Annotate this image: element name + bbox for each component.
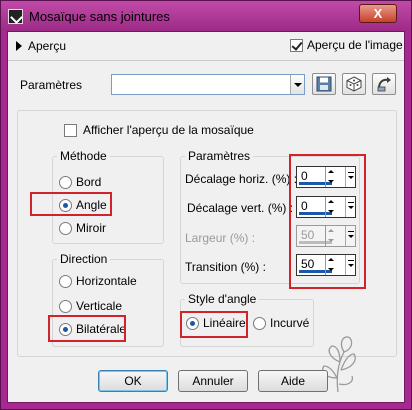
corner-option-incurve[interactable]: Incurvé [253,316,309,330]
transition-spinner[interactable]: 50 [296,254,356,276]
direction-option-horizontale[interactable]: Horizontale [59,274,137,288]
decrement-icon[interactable] [326,265,336,275]
help-button[interactable]: Aide [258,370,328,392]
vertical-offset-label: Décalage vert. (%) : [187,201,294,215]
method-label-miroir: Miroir [76,221,106,235]
dice-icon [346,76,362,92]
corner-label-incurve: Incurvé [270,316,310,330]
decrement-icon[interactable] [326,177,336,187]
transition-arrows [325,255,345,275]
slider-menu-icon [345,226,355,246]
decrement-icon[interactable] [326,207,336,217]
show-image-preview-checkbox[interactable] [290,38,303,52]
direction-label-verticale: Verticale [76,299,123,313]
method-radio-bord[interactable] [59,175,72,189]
increment-icon[interactable] [326,167,336,177]
save-preset-button[interactable] [312,73,336,95]
presets-label: Paramètres [20,78,83,92]
dialog-client: Aperçu Aperçu de l'image Paramètres Affi… [7,31,405,403]
expand-arrow-icon [16,41,22,51]
method-group-title: Méthode [57,149,110,163]
cancel-button[interactable]: Annuler [178,370,248,392]
preview-toggle[interactable]: Aperçu [16,37,106,55]
reset-preset-button[interactable] [372,73,396,95]
increment-icon [326,226,336,236]
vertical-offset-arrows [325,197,345,217]
show-image-preview-option[interactable]: Aperçu de l'image [290,38,403,52]
width-spinner: 50 [296,225,356,247]
preview-toggle-label: Aperçu [28,39,67,53]
title-bar[interactable]: Mosaïque sans jointures X [1,1,411,31]
horizontal-offset-value: 0 [301,169,308,183]
show-tile-preview-label: Afficher l'aperçu de la mosaïque [83,123,254,137]
chevron-down-icon[interactable] [290,75,304,94]
horizontal-offset-arrows [325,167,345,187]
transition-label: Transition (%) : [185,260,266,274]
horizontal-offset-spinner[interactable]: 0 [296,166,356,188]
close-button[interactable]: X [359,4,397,23]
method-label-bord: Bord [76,175,102,189]
vertical-offset-spinner[interactable]: 0 [296,196,356,218]
width-label: Largeur (%) : [185,231,256,245]
vertical-offset-value: 0 [301,199,308,213]
direction-group-title: Direction [57,252,111,266]
method-option-bord[interactable]: Bord [59,175,101,189]
highlight-bilaterale [48,315,126,342]
width-value: 50 [301,228,315,242]
highlight-lineaire [180,311,248,338]
decrement-icon [326,236,336,246]
transition-value: 50 [301,257,315,271]
increment-icon[interactable] [326,255,336,265]
save-icon [316,76,332,92]
direction-label-horizontale: Horizontale [76,274,137,288]
slider-menu-icon[interactable] [345,167,355,187]
dialog-window: Mosaïque sans jointures X Aperçu Aperçu … [0,0,412,410]
increment-icon[interactable] [326,197,336,207]
parameters-group-title: Paramètres [185,149,254,163]
presets-combobox[interactable] [111,74,305,95]
slider-menu-icon[interactable] [345,255,355,275]
random-preset-button[interactable] [342,73,366,95]
separator [8,60,404,61]
highlight-angle [30,192,112,216]
window-title: Mosaïque sans jointures [29,9,170,24]
app-icon [8,9,23,24]
ok-button[interactable]: OK [98,370,168,392]
width-arrows [325,226,345,246]
slider-menu-icon[interactable] [345,197,355,217]
preview-bar: Aperçu Aperçu de l'image [8,32,404,60]
show-tile-preview-option[interactable]: Afficher l'aperçu de la mosaïque [64,123,254,137]
direction-radio-horizontale[interactable] [59,274,72,288]
horizontal-offset-label: Décalage horiz. (%) : [185,172,298,186]
direction-radio-verticale[interactable] [59,299,72,313]
corner-style-group-title: Style d'angle [185,292,260,306]
presets-row: Paramètres [8,70,404,100]
reset-icon [377,77,391,92]
show-tile-preview-checkbox[interactable] [64,123,77,137]
show-image-preview-label: Aperçu de l'image [307,38,403,52]
direction-option-verticale[interactable]: Verticale [59,299,122,313]
method-radio-miroir[interactable] [59,221,72,235]
method-option-miroir[interactable]: Miroir [59,221,106,235]
corner-radio-incurve[interactable] [253,316,266,330]
